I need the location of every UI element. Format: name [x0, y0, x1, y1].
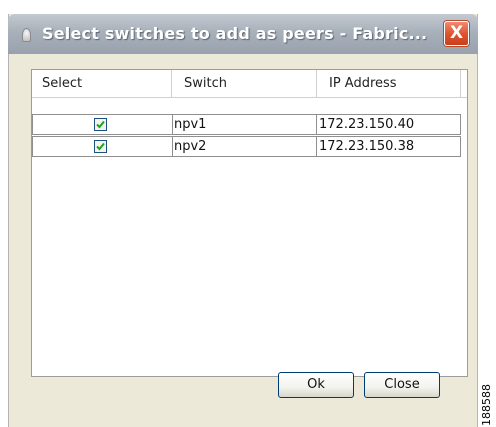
table-row[interactable]: npv2 172.23.150.38 [32, 136, 461, 157]
ip-address-cell: 172.23.150.40 [316, 114, 461, 135]
ok-button[interactable]: Ok [278, 372, 354, 398]
title-bar[interactable]: Select switches to add as peers - Fabric… [8, 14, 478, 54]
switch-cell: npv2 [172, 136, 317, 157]
table-row[interactable]: npv1 172.23.150.40 [32, 114, 461, 135]
figure-id: 188588 [480, 384, 493, 426]
select-checkbox-npv2[interactable] [94, 140, 107, 153]
switch-cell: npv1 [172, 114, 317, 135]
switches-table: Select Switch IP Address npv1 172.23.150… [31, 69, 468, 377]
table-header: Select Switch IP Address [32, 70, 467, 98]
select-switches-dialog: Select switches to add as peers - Fabric… [8, 14, 478, 427]
ip-address-cell: 172.23.150.38 [316, 136, 461, 157]
select-cell [32, 136, 173, 157]
app-icon [22, 28, 31, 42]
column-header-ip-address[interactable]: IP Address [317, 70, 461, 97]
window-title: Select switches to add as peers - Fabric… [42, 24, 428, 43]
checkmark-icon [96, 142, 105, 151]
close-icon[interactable]: X [444, 21, 469, 46]
column-header-select[interactable]: Select [32, 70, 172, 97]
column-header-switch[interactable]: Switch [172, 70, 317, 97]
select-cell [32, 114, 173, 135]
close-button[interactable]: Close [364, 372, 440, 398]
checkmark-icon [96, 120, 105, 129]
select-checkbox-npv1[interactable] [94, 118, 107, 131]
